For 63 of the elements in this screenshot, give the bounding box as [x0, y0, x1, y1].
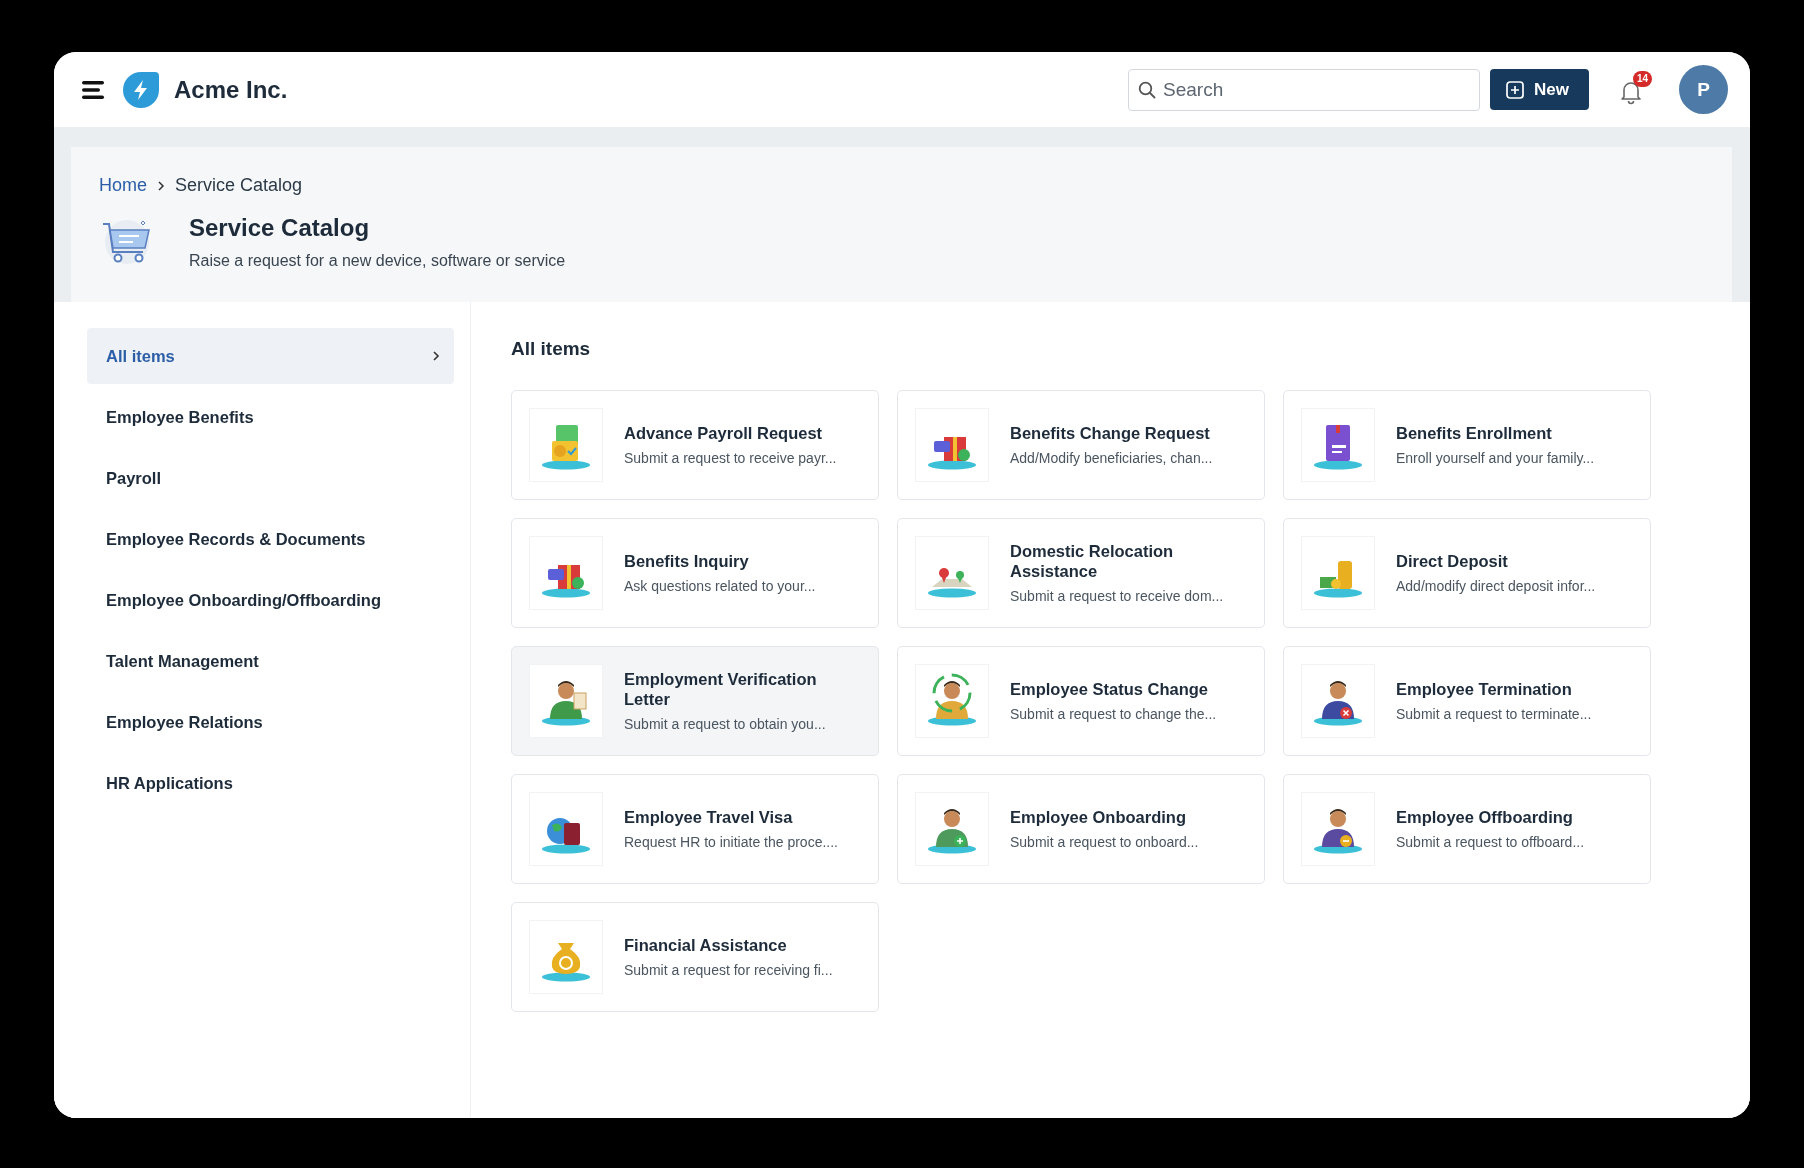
- catalog-card[interactable]: Benefits Change Request Add/Modify beneficiaries, chan...: [897, 390, 1265, 500]
- catalog-card[interactable]: Employee Travel Visa Request HR to initiate the proce....: [511, 774, 879, 884]
- catalog-card[interactable]: Advance Payroll Request Submit a request to receive payr...: [511, 390, 879, 500]
- card-title: Employment Verification Letter: [624, 670, 818, 710]
- catalog-card[interactable]: Employee Onboarding Submit a request to onboard...: [897, 774, 1265, 884]
- catalog-card[interactable]: Employee Status Change Submit a request to change the...: [897, 646, 1265, 756]
- brand-name: Acme Inc.: [174, 75, 288, 104]
- breadcrumb-link[interactable]: Home: [99, 175, 147, 196]
- card-description: Enroll yourself and your family...: [1396, 449, 1595, 466]
- catalog-card[interactable]: Direct Deposit Add/modify direct deposit infor...: [1283, 518, 1651, 628]
- menu-icon[interactable]: [82, 79, 106, 100]
- card-title: Employee Onboarding: [1010, 808, 1188, 828]
- card-description: Submit a request to offboard...: [1396, 833, 1585, 850]
- catalog-card[interactable]: Employee Offboarding Submit a request to offboard...: [1283, 774, 1651, 884]
- card-title: Benefits Enrollment: [1396, 424, 1553, 444]
- card-title: Benefits Change Request: [1010, 424, 1211, 444]
- page-title: Service Catalog: [189, 214, 371, 242]
- catalog-card[interactable]: Employee Termination Submit a request to terminate...: [1283, 646, 1651, 756]
- category-item[interactable]: Employee Benefits: [87, 389, 454, 445]
- card-description: Submit a request to receive payr...: [624, 449, 837, 466]
- chevron-right-icon: [432, 350, 440, 362]
- category-item[interactable]: All items: [87, 328, 454, 384]
- card-title: Employee Travel Visa: [624, 808, 794, 828]
- lightning-logo-icon: [122, 70, 160, 109]
- catalog-card[interactable]: Employment Verification Letter Submit a request to obtain you...: [511, 646, 879, 756]
- category-item[interactable]: Talent Management: [87, 633, 454, 689]
- notification-badge: 14: [1633, 70, 1653, 87]
- card-description: Submit a request to onboard...: [1010, 833, 1199, 850]
- catalog-card[interactable]: Domestic Relocation Assistance Submit a request to receive dom...: [897, 518, 1265, 628]
- section-heading: All items: [511, 338, 592, 360]
- card-title: Benefits Inquiry: [624, 552, 750, 572]
- card-description: Submit a request to receive dom...: [1010, 587, 1225, 604]
- card-description: Submit a request to terminate...: [1396, 705, 1592, 722]
- category-item[interactable]: Employee Relations: [87, 694, 454, 750]
- card-title: Domestic Relocation Assistance: [1010, 542, 1175, 582]
- card-title: Employee Status Change: [1010, 680, 1210, 700]
- card-description: Ask questions related to your...: [624, 577, 816, 594]
- catalog-card[interactable]: Financial Assistance Submit a request for receiving fi...: [511, 902, 879, 1012]
- user-avatar[interactable]: P: [1679, 65, 1728, 114]
- card-description: Add/Modify beneficiaries, chan...: [1010, 449, 1213, 466]
- card-description: Submit a request for receiving fi...: [624, 961, 833, 978]
- catalog-card[interactable]: Benefits Inquiry Ask questions related to your...: [511, 518, 879, 628]
- plus-square-icon: [1506, 80, 1525, 99]
- card-title: Advance Payroll Request: [624, 424, 824, 444]
- chevron-right-icon: [157, 179, 165, 192]
- card-title: Direct Deposit: [1396, 552, 1509, 572]
- card-title: Employee Offboarding: [1396, 808, 1574, 828]
- card-description: Submit a request to obtain you...: [624, 715, 827, 732]
- card-description: Submit a request to change the...: [1010, 705, 1217, 722]
- breadcrumb-current: Service Catalog: [175, 175, 303, 196]
- new-button[interactable]: New: [1490, 69, 1589, 110]
- card-title: Financial Assistance: [624, 936, 788, 956]
- card-description: Add/modify direct deposit infor...: [1396, 577, 1596, 594]
- catalog-card[interactable]: Benefits Enrollment Enroll yourself and your family...: [1283, 390, 1651, 500]
- search-field[interactable]: Search: [1128, 68, 1481, 111]
- category-item[interactable]: Employee Onboarding/Offboarding: [87, 572, 454, 628]
- page-subtitle: Raise a request for a new device, software or service: [189, 252, 566, 270]
- card-title: Employee Termination: [1396, 680, 1573, 700]
- card-description: Request HR to initiate the proce....: [624, 833, 838, 850]
- category-item[interactable]: HR Applications: [87, 755, 454, 811]
- category-item[interactable]: Employee Records & Documents: [87, 511, 454, 567]
- category-item[interactable]: Payroll: [87, 450, 454, 506]
- item-illustration-icon: [530, 665, 602, 737]
